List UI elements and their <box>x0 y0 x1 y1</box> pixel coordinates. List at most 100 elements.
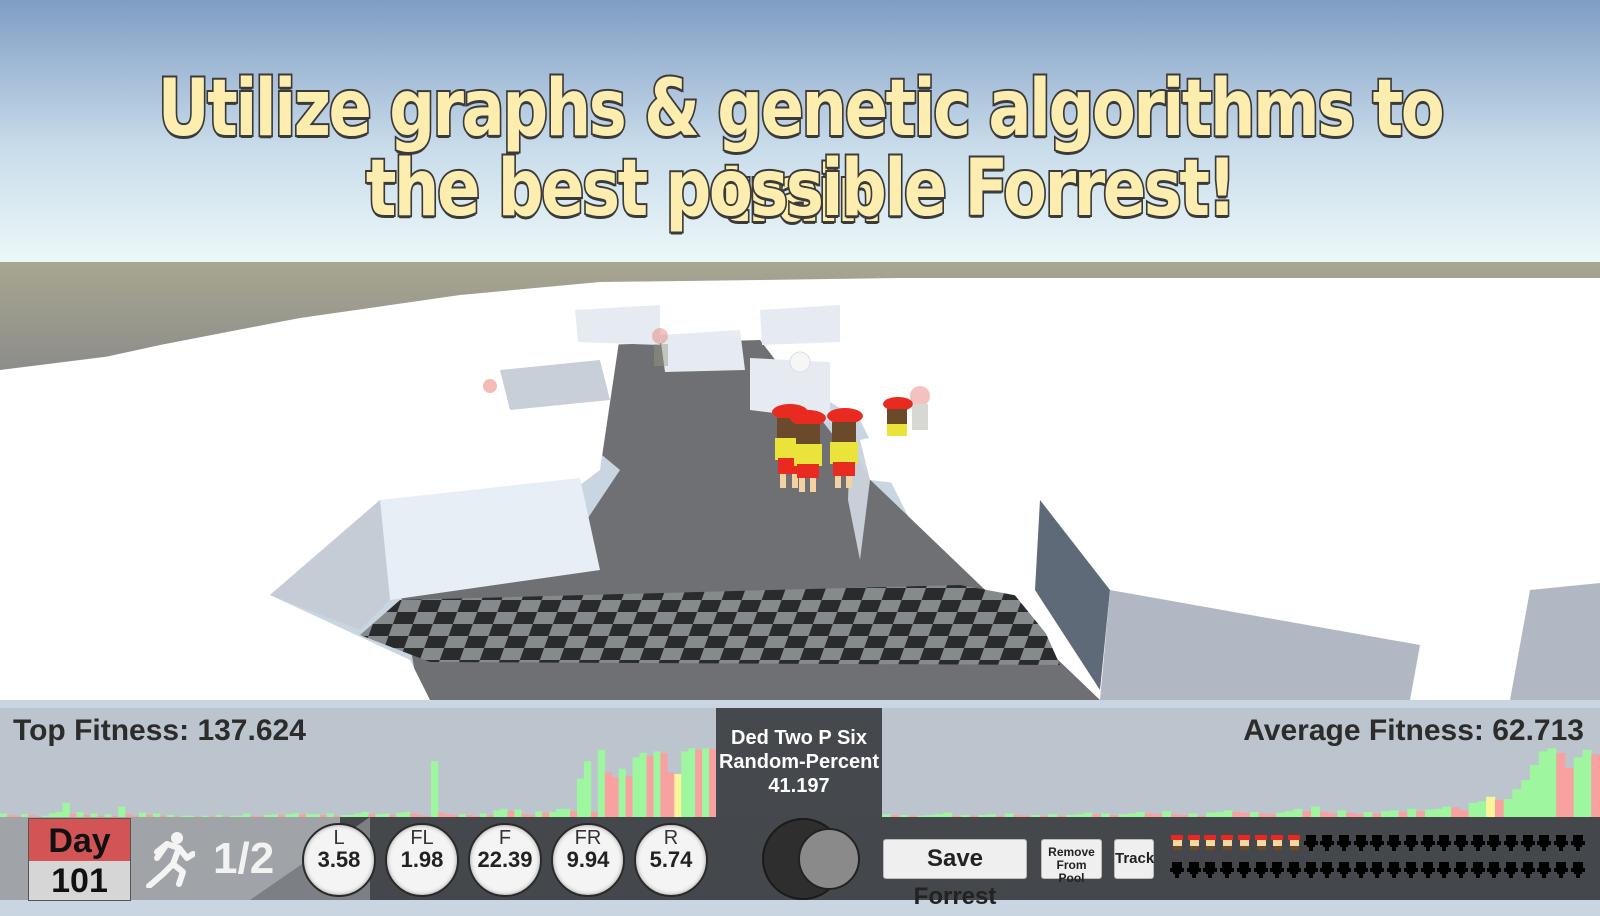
ghost-runner <box>483 379 497 393</box>
pool-member-dead-icon <box>1420 835 1435 851</box>
day-label: Day <box>29 819 130 861</box>
pool-member-dead-icon <box>1303 862 1318 878</box>
pool-member-dead-icon <box>1370 835 1385 851</box>
fitness-bar <box>618 768 626 818</box>
sensor-right: R 5.74 <box>634 823 708 897</box>
pool-member-dead-icon <box>1353 862 1368 878</box>
fitness-bar <box>646 755 654 818</box>
pool-member-dead-icon <box>1303 835 1318 851</box>
fitness-bar <box>667 772 675 818</box>
fitness-bar <box>611 777 619 818</box>
sensor-value: 5.74 <box>649 847 693 872</box>
fitness-bar <box>688 748 696 818</box>
pool-member-dead-icon <box>1387 862 1402 878</box>
ball <box>789 351 811 373</box>
pool-member-dead-icon <box>1353 835 1368 851</box>
sensor-left: L 3.58 <box>302 823 376 897</box>
sensor-value: 22.39 <box>477 847 533 872</box>
pool-member-dead-icon <box>1387 835 1402 851</box>
pool-member-dead-icon <box>1186 862 1201 878</box>
day-counter: Day 101 <box>28 818 131 901</box>
pool-member-dead-icon <box>1470 862 1485 878</box>
fitness-bar <box>62 802 70 818</box>
fitness-bar <box>1564 768 1575 818</box>
pool-member-alive-icon <box>1237 835 1251 851</box>
pool-member-dead-icon <box>1337 835 1351 851</box>
population-pool <box>1170 835 1590 885</box>
sensor-value: 3.58 <box>317 847 361 872</box>
headline-line-2: the best possible Forrest! <box>364 144 1238 234</box>
pool-member-dead-icon <box>1420 862 1435 878</box>
day-value: 101 <box>29 861 130 900</box>
sensor-name: F <box>498 827 512 849</box>
sensor-value: 9.94 <box>566 847 610 872</box>
pool-member-dead-icon <box>1520 835 1535 851</box>
sensor-front-right: FR 9.94 <box>551 823 625 897</box>
ghost-runner <box>652 328 668 366</box>
fitness-bar <box>1591 754 1600 818</box>
fitness-bar <box>1556 752 1566 818</box>
wall-face <box>660 330 745 372</box>
speed-multiplier[interactable]: 1/2 <box>213 834 274 884</box>
fitness-bar <box>681 751 689 818</box>
pool-member-dead-icon <box>1320 862 1335 878</box>
pool-member-dead-icon <box>1437 835 1452 851</box>
pool-member-dead-icon <box>1170 862 1184 878</box>
pool-member-dead-icon <box>1437 862 1452 878</box>
pool-member-dead-icon <box>1337 862 1351 878</box>
fitness-bar <box>1512 789 1522 818</box>
pool-member-dead-icon <box>1537 862 1552 878</box>
selected-name: Ded Two P Six <box>731 727 867 749</box>
pool-member-dead-icon <box>1554 835 1569 851</box>
fitness-bar <box>702 748 710 818</box>
fitness-bar <box>1486 796 1496 818</box>
fitness-bar <box>1573 757 1583 818</box>
selected-forrest-info: Ded Two P Six Random-Percent 41.197 <box>716 708 882 818</box>
pool-member-dead-icon <box>1470 835 1485 851</box>
pool-member-alive-icon <box>1203 835 1217 851</box>
sensor-name: R <box>663 827 679 849</box>
toggle-knob[interactable] <box>798 828 860 890</box>
pool-member-dead-icon <box>1570 835 1585 851</box>
save-forrest-button[interactable]: Save Forrest <box>883 839 1027 910</box>
ghost-runner <box>910 386 930 430</box>
selected-method: Random-Percent <box>718 751 880 773</box>
wall-face <box>575 305 660 345</box>
pool-member-dead-icon <box>1487 835 1502 851</box>
fitness-bar <box>674 774 682 818</box>
pool-member-dead-icon <box>1504 835 1518 851</box>
pool-member-alive-icon <box>1254 835 1268 851</box>
pool-member-alive-icon <box>1270 835 1284 851</box>
pool-member-dead-icon <box>1504 862 1518 878</box>
sensor-front: F 22.39 <box>468 823 542 897</box>
pool-member-alive-icon <box>1287 835 1301 851</box>
runner-icon[interactable] <box>143 830 195 888</box>
fitness-bar <box>625 776 633 818</box>
pool-member-dead-icon <box>1320 835 1335 851</box>
selected-fitness: 41.197 <box>768 775 830 797</box>
pool-member-dead-icon <box>1253 862 1268 878</box>
pool-member-dead-icon <box>1453 835 1468 851</box>
pool-member-dead-icon <box>1453 862 1468 878</box>
sensor-value: 1.98 <box>400 847 444 872</box>
pool-member-alive-icon <box>1220 835 1234 851</box>
sensor-name: FR <box>574 827 602 849</box>
fitness-bar <box>1494 799 1504 818</box>
fitness-bar <box>1521 780 1531 818</box>
remove-from-pool-button[interactable]: Remove From Pool <box>1041 839 1102 885</box>
track-button[interactable]: Track <box>1114 839 1154 879</box>
fitness-bar <box>583 761 592 818</box>
fitness-bar <box>1529 765 1540 818</box>
pool-member-dead-icon <box>1403 835 1418 851</box>
fitness-bar <box>1547 748 1557 818</box>
pool-member-alive-icon <box>1170 835 1184 851</box>
view-toggle[interactable] <box>762 818 860 900</box>
fitness-bar <box>576 778 585 818</box>
fitness-bar <box>604 772 613 818</box>
fitness-bar <box>695 749 703 818</box>
pool-member-dead-icon <box>1403 862 1418 878</box>
fitness-bar <box>597 749 606 818</box>
pool-member-dead-icon <box>1520 862 1535 878</box>
pool-member-dead-icon <box>1203 862 1218 878</box>
sensor-name: FL <box>410 827 434 849</box>
